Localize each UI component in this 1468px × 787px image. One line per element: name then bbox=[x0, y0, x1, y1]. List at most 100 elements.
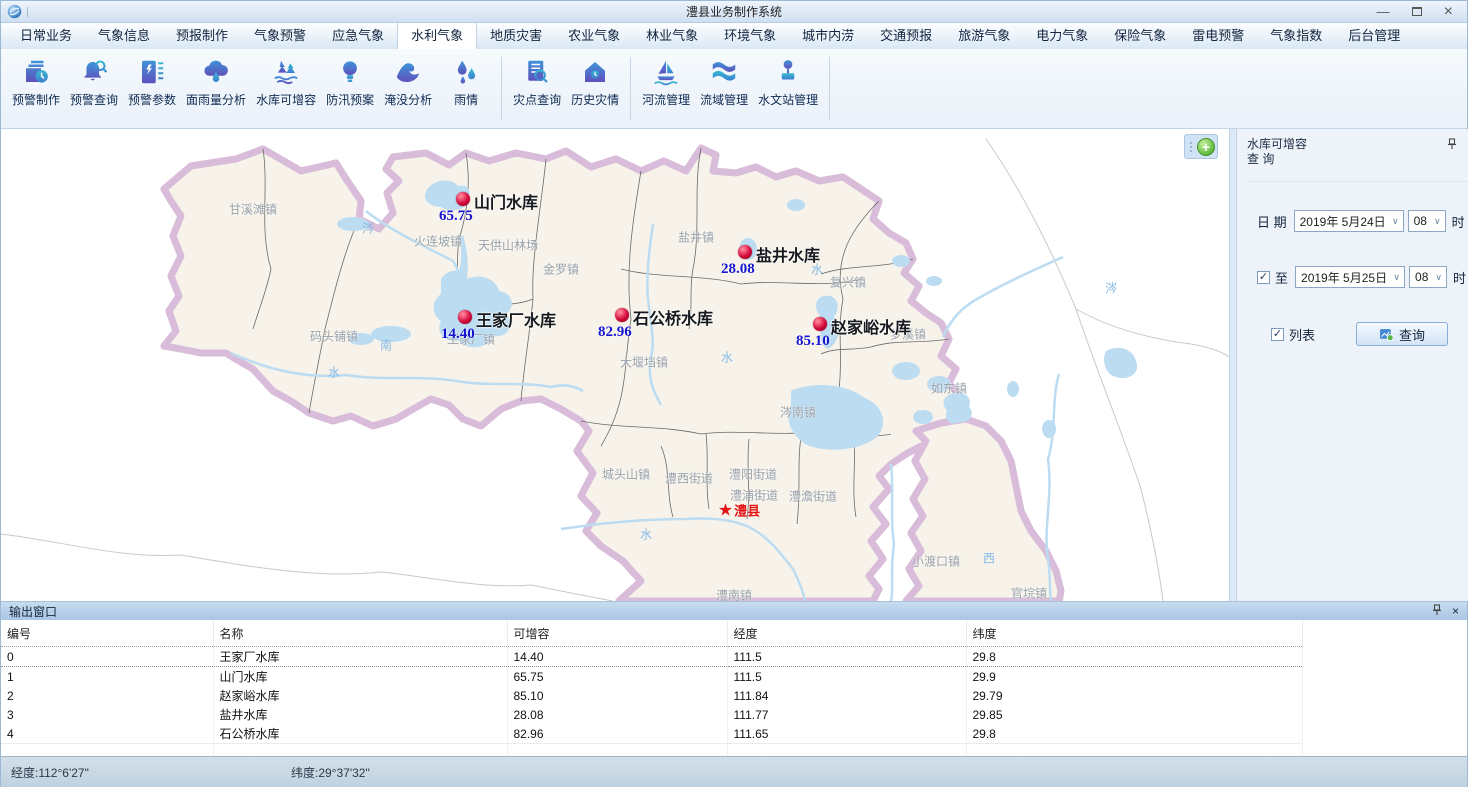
toolbar-button[interactable]: 淹没分析 bbox=[379, 55, 437, 110]
date-label: 日 期 bbox=[1257, 212, 1287, 231]
list-checkbox[interactable]: ✓ bbox=[1271, 328, 1284, 341]
menu-item[interactable]: 旅游气象 bbox=[945, 20, 1023, 49]
menu-bar: 日常业务 气象信息 预报制作 气象预警 应急气象 水利气象 地质灾害 农业气象 … bbox=[1, 23, 1467, 49]
toolbar-icon bbox=[335, 57, 365, 87]
output-close-icon[interactable]: × bbox=[1452, 604, 1459, 618]
menu-item[interactable]: 气象信息 bbox=[85, 20, 163, 49]
toolbar-button[interactable]: 预警查询 bbox=[65, 55, 123, 110]
grip-handle-icon[interactable] bbox=[1188, 142, 1194, 152]
table-row[interactable]: 4 石公桥水库 82.96 111.65 29.8 bbox=[1, 724, 1302, 744]
to-checkbox[interactable]: ✓ bbox=[1257, 271, 1270, 284]
menu-item[interactable]: 日常业务 bbox=[7, 20, 85, 49]
date-to-select[interactable]: 2019年 5月25日 ∨ bbox=[1295, 266, 1405, 288]
town-label: 澧南镇 bbox=[716, 587, 752, 602]
close-button[interactable]: × bbox=[1444, 4, 1453, 20]
pin-icon[interactable] bbox=[1432, 604, 1442, 616]
menu-item[interactable]: 气象指数 bbox=[1257, 20, 1335, 49]
toolbar-icon bbox=[580, 57, 610, 87]
minimize-button[interactable]: — bbox=[1377, 5, 1390, 18]
table-row[interactable]: 3 盐井水库 28.08 111.77 29.85 bbox=[1, 705, 1302, 724]
menu-item[interactable]: 环境气象 bbox=[711, 20, 789, 49]
reservoir-point-icon[interactable] bbox=[456, 192, 470, 206]
town-label: 官垸镇 bbox=[1011, 585, 1047, 602]
toolbar-button[interactable] bbox=[501, 57, 502, 120]
menu-item[interactable]: 保险气象 bbox=[1101, 20, 1179, 49]
zoom-in-button[interactable]: + bbox=[1197, 138, 1215, 156]
town-label: 城头山镇 bbox=[602, 466, 650, 483]
col-header-name[interactable]: 名称 bbox=[213, 620, 507, 647]
toolbar-button[interactable]: 历史灾情 bbox=[566, 55, 624, 110]
col-header-cap[interactable]: 可增容 bbox=[507, 620, 727, 647]
output-window: 输出窗口 × 编号 名称 可增容 经度 纬度 bbox=[1, 601, 1467, 756]
chevron-down-icon: ∨ bbox=[1430, 216, 1445, 227]
menu-item[interactable]: 地质灾害 bbox=[477, 20, 555, 49]
reservoir-point-icon[interactable] bbox=[458, 310, 472, 324]
menu-item[interactable]: 雷电预警 bbox=[1179, 20, 1257, 49]
menu-item[interactable]: 林业气象 bbox=[633, 20, 711, 49]
reservoir-point-icon[interactable] bbox=[813, 317, 827, 331]
toolbar-button[interactable]: 水文站管理 bbox=[753, 55, 823, 110]
output-table: 编号 名称 可增容 经度 纬度 0 王家厂水库 14.40 111. bbox=[1, 620, 1467, 756]
table-row[interactable]: 2 赵家峪水库 85.10 111.84 29.79 bbox=[1, 686, 1302, 705]
reservoir-name-label: 赵家峪水库 bbox=[831, 314, 911, 338]
col-header-lon[interactable]: 经度 bbox=[727, 620, 966, 647]
menu-item[interactable]: 后台管理 bbox=[1335, 20, 1413, 49]
town-label: 澧澹街道 bbox=[789, 488, 837, 505]
status-bar: 经度:112°6'27" 纬度:29°37'32" bbox=[1, 756, 1467, 787]
county-map bbox=[1, 129, 1229, 601]
river-label: 南 bbox=[380, 337, 392, 354]
map-canvas[interactable]: 甘溪滩镇 火连坡镇 天供山林场 金罗镇 盐井镇 复兴镇 码头铺镇 王家厂镇 大堰… bbox=[1, 129, 1229, 601]
menu-item[interactable]: 电力气象 bbox=[1023, 20, 1101, 49]
menu-item[interactable]: 交通预报 bbox=[867, 20, 945, 49]
reservoir-value-label: 28.08 bbox=[721, 261, 755, 278]
toolbar-button[interactable]: 预警制作 bbox=[7, 55, 65, 110]
river-label: 涔 bbox=[362, 220, 374, 237]
town-label: 澧阳街道 bbox=[729, 466, 777, 483]
status-latitude: 纬度:29°37'32" bbox=[281, 764, 380, 781]
toolbar-button[interactable]: 水库可增容 bbox=[251, 55, 321, 110]
chevron-down-icon: ∨ bbox=[1389, 272, 1404, 283]
toolbar-button[interactable] bbox=[829, 57, 830, 120]
menu-item[interactable]: 城市内涝 bbox=[789, 20, 867, 49]
menu-item[interactable]: 应急气象 bbox=[319, 20, 397, 49]
window-title: 澧县业务制作系统 bbox=[1, 3, 1467, 20]
hour-from-select[interactable]: 08 ∨ bbox=[1408, 210, 1446, 232]
date-from-select[interactable]: 2019年 5月24日 ∨ bbox=[1294, 210, 1404, 232]
menu-item[interactable]: 预报制作 bbox=[163, 20, 241, 49]
reservoir-name-label: 石公桥水库 bbox=[633, 305, 713, 329]
town-label: 小渡口镇 bbox=[912, 553, 960, 570]
table-row[interactable]: 1 山门水库 65.75 111.5 29.9 bbox=[1, 667, 1302, 687]
toolbar-button[interactable]: 雨情 bbox=[437, 55, 495, 110]
toolbar-button[interactable] bbox=[630, 57, 631, 120]
toolbar-icon bbox=[651, 57, 681, 87]
to-label: 至 bbox=[1275, 268, 1288, 287]
table-row[interactable]: 0 王家厂水库 14.40 111.5 29.8 bbox=[1, 647, 1302, 667]
toolbar-icon bbox=[137, 57, 167, 87]
query-button-icon bbox=[1379, 327, 1394, 342]
menu-item[interactable]: 气象预警 bbox=[241, 20, 319, 49]
pin-icon[interactable] bbox=[1447, 138, 1457, 150]
town-label: 金罗镇 bbox=[543, 261, 579, 278]
col-header-id[interactable]: 编号 bbox=[1, 620, 213, 647]
reservoir-query-panel: 水库可增容 查 询 × 日 期 2019年 5月24日 ∨ 08 ∨ bbox=[1237, 129, 1468, 601]
hour-to-select[interactable]: 08 ∨ bbox=[1409, 266, 1447, 288]
toolbar-button[interactable]: 灾点查询 bbox=[508, 55, 566, 110]
menu-item[interactable]: 水利气象 bbox=[397, 19, 477, 49]
toolbar-button[interactable]: 河流管理 bbox=[637, 55, 695, 110]
toolbar-button[interactable]: 面雨量分析 bbox=[181, 55, 251, 110]
panel-splitter[interactable] bbox=[1229, 129, 1237, 601]
maximize-button[interactable] bbox=[1412, 5, 1422, 18]
query-button[interactable]: 查询 bbox=[1356, 322, 1448, 346]
reservoir-point-icon[interactable] bbox=[738, 245, 752, 259]
toolbar-button[interactable]: 预警参数 bbox=[123, 55, 181, 110]
col-header-lat[interactable]: 纬度 bbox=[966, 620, 1302, 647]
town-label: 大堰垱镇 bbox=[620, 354, 668, 371]
reservoir-point-icon[interactable] bbox=[615, 308, 629, 322]
reservoir-name-label: 盐井水库 bbox=[756, 242, 820, 266]
toolbar-button[interactable]: 流域管理 bbox=[695, 55, 753, 110]
toolbar-button[interactable]: 防汛预案 bbox=[321, 55, 379, 110]
menu-item[interactable]: 农业气象 bbox=[555, 20, 633, 49]
panel-title: 水库可增容 查 询 bbox=[1247, 137, 1468, 167]
river-label: 西 bbox=[983, 550, 995, 567]
town-label: 天供山林场 bbox=[478, 237, 538, 254]
